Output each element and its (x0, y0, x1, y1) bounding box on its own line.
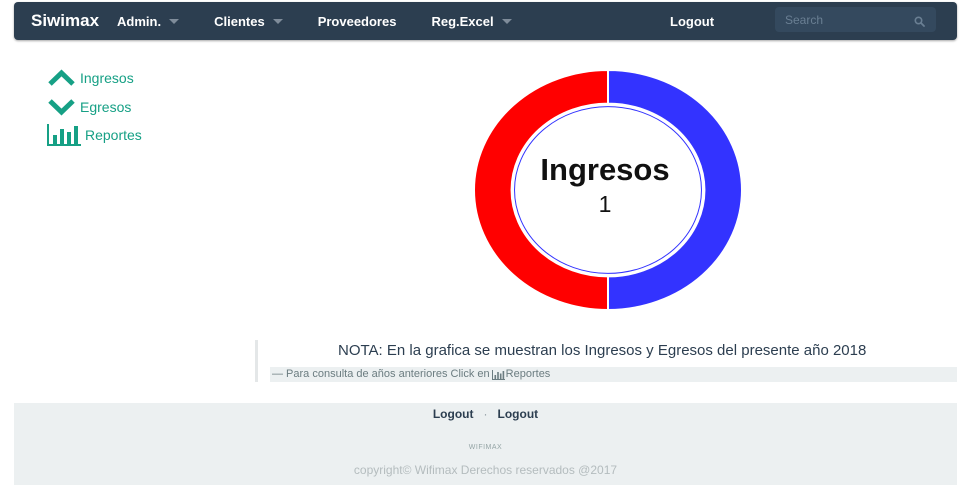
nav-admin-label: Admin. (117, 13, 162, 29)
page-footer: Logout · Logout WIFIMAX copyright© Wifimax… (14, 403, 957, 485)
nav-regexcel-dropdown[interactable]: Reg.Excel (431, 13, 512, 29)
nav-clientes-dropdown[interactable]: Clientes (214, 14, 283, 29)
sidebar-item-egresos[interactable]: Egresos (47, 98, 131, 116)
nav-proveedores-label: Proveedores (317, 13, 397, 29)
search-box (775, 7, 936, 32)
nav-admin-dropdown[interactable]: Admin. (117, 13, 180, 29)
sidebar-item-label: Ingresos (80, 70, 134, 86)
ingresos-egresos-donut-chart (473, 68, 743, 312)
sidebar-item-label: Egresos (80, 99, 132, 115)
note-blockquote-border (255, 340, 258, 382)
nav-logout-link[interactable]: Logout (670, 14, 714, 29)
donut-center-value: 1 (598, 191, 612, 217)
top-navbar: Siwimax Admin. Clientes Proveedores Reg.… (14, 2, 957, 40)
note-sub-prefix: — Para consulta de años anteriores Click… (272, 368, 490, 380)
bar-chart-icon (491, 369, 505, 380)
caret-down-icon (169, 18, 180, 24)
donut-slice-egresos[interactable] (473, 68, 609, 312)
brand-logo[interactable]: Siwimax (31, 11, 99, 31)
nav-clientes-label: Clientes (214, 13, 265, 29)
caret-down-icon (501, 18, 512, 24)
nav-proveedores-link[interactable]: Proveedores (318, 14, 397, 29)
donut-slice-ingresos[interactable] (607, 68, 743, 312)
footer-links: Logout · Logout (14, 407, 957, 421)
note-text: NOTA: En la grafica se muestran los Ingr… (338, 342, 867, 359)
donut-inner-ring (514, 106, 702, 274)
search-icon[interactable] (914, 14, 925, 32)
footer-copyright: copyright© Wifimax Derechos reservados @… (353, 463, 618, 477)
sidebar-item-label: Reportes (85, 127, 142, 143)
nav-regexcel-label: Reg.Excel (431, 13, 494, 29)
note-subtext: — Para consulta de años anteriores Click… (270, 367, 957, 382)
footer-logout-link[interactable]: Logout (433, 407, 474, 421)
bar-chart-icon (47, 124, 81, 146)
footer-separator: · (483, 407, 488, 421)
sidebar-item-reportes[interactable]: Reportes (47, 124, 142, 146)
search-input[interactable] (775, 12, 905, 27)
note-reportes-link[interactable]: Reportes (506, 367, 551, 382)
sidebar-item-ingresos[interactable]: Ingresos (47, 69, 134, 87)
caret-down-icon (272, 18, 283, 24)
donut-center-title: Ingresos (540, 152, 670, 187)
chevron-down-icon (48, 99, 75, 116)
chevron-up-icon (48, 69, 75, 86)
footer-logout-link[interactable]: Logout (498, 407, 539, 421)
footer-brand: WIFIMAX (468, 444, 503, 451)
